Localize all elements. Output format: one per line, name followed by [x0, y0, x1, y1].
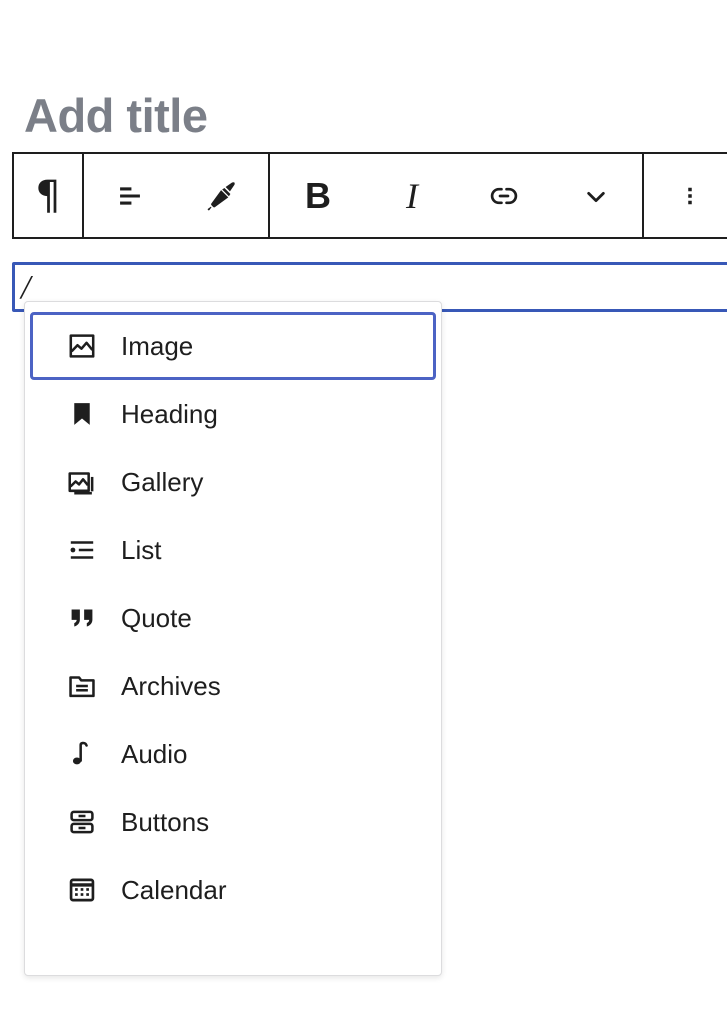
three-dots-vertical-icon	[675, 181, 705, 211]
inserter-item-quote[interactable]: Quote	[30, 584, 436, 652]
block-inserter-popover: Image Heading Gallery List Quote Archive…	[24, 301, 442, 976]
inserter-item-label: Calendar	[121, 875, 227, 905]
audio-icon	[65, 737, 99, 771]
toolbar-group-options	[644, 154, 727, 237]
bold-icon: B	[305, 174, 331, 216]
buttons-icon	[65, 805, 99, 839]
paragraph-block-type-button[interactable]: ¶	[14, 154, 82, 237]
inserter-item-image[interactable]: Image	[30, 312, 436, 380]
link-icon	[487, 179, 521, 213]
toolbar-group-rich-text: B I	[270, 154, 644, 237]
italic-button[interactable]: I	[366, 154, 458, 237]
quote-icon	[65, 601, 99, 635]
inserter-item-label: Archives	[121, 671, 221, 701]
inserter-item-gallery[interactable]: Gallery	[30, 448, 436, 516]
toolbar-group-block-type: ¶	[14, 154, 84, 237]
inserter-item-buttons[interactable]: Buttons	[30, 788, 436, 856]
inserter-item-audio[interactable]: Audio	[30, 720, 436, 788]
align-left-icon	[113, 179, 147, 213]
link-button[interactable]	[458, 154, 550, 237]
list-icon	[65, 533, 99, 567]
block-inserter-list: Image Heading Gallery List Quote Archive…	[25, 312, 441, 924]
chevron-down-icon	[580, 180, 612, 212]
align-text-button[interactable]	[84, 154, 176, 237]
gallery-icon	[65, 465, 99, 499]
inserter-item-label: Image	[121, 331, 194, 361]
bookmark-icon	[65, 397, 99, 431]
paintbrush-icon	[204, 178, 240, 214]
highlight-button[interactable]	[176, 154, 268, 237]
block-toolbar: ¶ B I	[12, 152, 727, 239]
inserter-item-calendar[interactable]: Calendar	[30, 856, 436, 924]
post-title-placeholder[interactable]: Add title	[24, 88, 208, 144]
inserter-item-label: List	[121, 535, 162, 565]
bold-button[interactable]: B	[270, 154, 366, 237]
inserter-item-heading[interactable]: Heading	[30, 380, 436, 448]
block-options-button[interactable]	[644, 154, 727, 237]
archive-icon	[65, 669, 99, 703]
inserter-item-label: Heading	[121, 399, 218, 429]
image-icon	[65, 329, 99, 363]
inserter-item-list[interactable]: List	[30, 516, 436, 584]
italic-icon: I	[406, 175, 418, 216]
inserter-item-label: Gallery	[121, 467, 204, 497]
pilcrow-icon: ¶	[35, 172, 61, 219]
inserter-item-archives[interactable]: Archives	[30, 652, 436, 720]
calendar-icon	[65, 873, 99, 907]
editor-canvas: Add title ¶ B I / Image Heading Gallery …	[0, 0, 727, 1024]
inserter-item-label: Quote	[121, 603, 192, 633]
inserter-item-label: Audio	[121, 739, 188, 769]
inserter-item-label: Buttons	[121, 807, 210, 837]
toolbar-group-block-controls	[84, 154, 270, 237]
more-rich-text-button[interactable]	[550, 154, 642, 237]
